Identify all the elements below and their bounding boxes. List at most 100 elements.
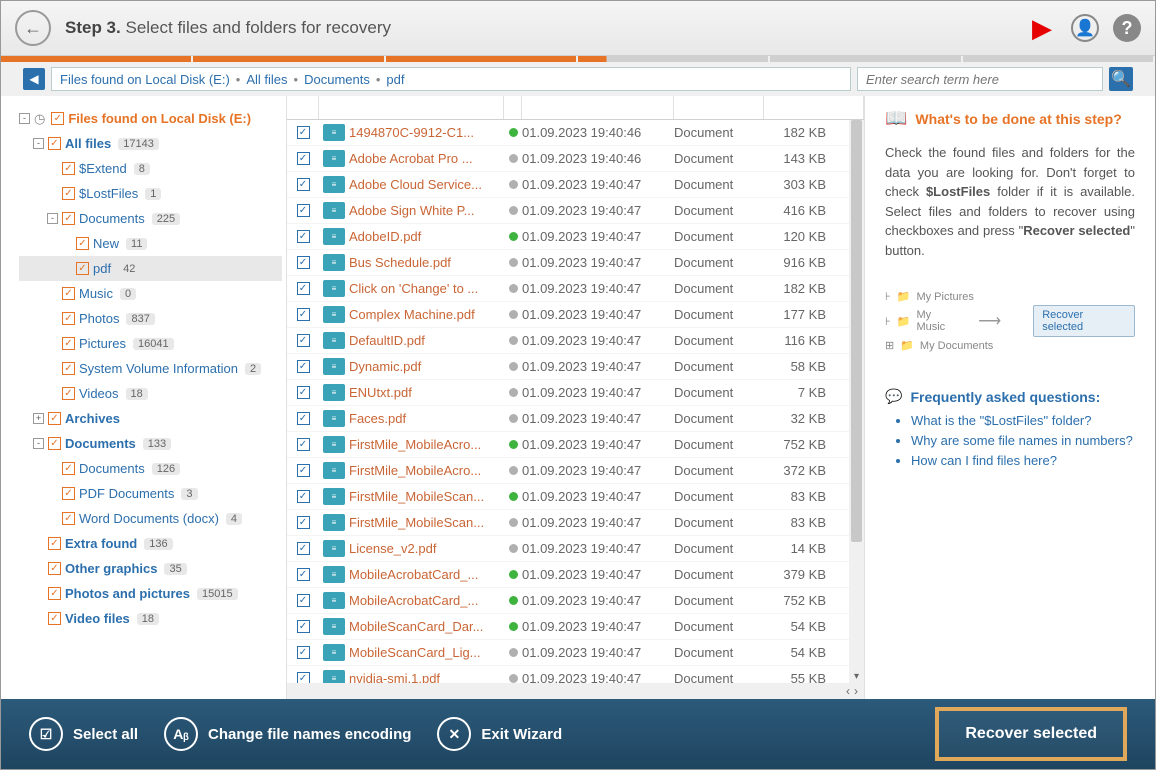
file-row[interactable]: ✓≡AdobeID.pdf01.09.2023 19:40:47Document… [287,224,864,250]
file-checkbox[interactable]: ✓ [297,594,310,607]
file-row[interactable]: ✓≡Click on 'Change' to ...01.09.2023 19:… [287,276,864,302]
file-checkbox[interactable]: ✓ [297,386,310,399]
crumb-part[interactable]: Documents [304,72,370,87]
tree-node[interactable]: +✓Music0 [19,281,282,306]
breadcrumb[interactable]: Files found on Local Disk (E:)• All file… [51,67,851,91]
horizontal-scroll-footer[interactable]: ‹› [287,683,864,699]
tree-node[interactable]: +✓Pictures16041 [19,331,282,356]
tree-checkbox[interactable]: ✓ [48,137,61,150]
tree-checkbox[interactable]: ✓ [76,237,89,250]
tree-checkbox[interactable]: ✓ [62,337,75,350]
faq-link[interactable]: Why are some file names in numbers? [911,433,1135,448]
tree-node[interactable]: +✓Photos and pictures15015 [19,581,282,606]
tree-node[interactable]: +✓PDF Documents3 [19,481,282,506]
file-checkbox[interactable]: ✓ [297,334,310,347]
file-row[interactable]: ✓≡License_v2.pdf01.09.2023 19:40:47Docum… [287,536,864,562]
folder-tree[interactable]: -✓Files found on Local Disk (E:)-✓All fi… [1,96,286,699]
file-checkbox[interactable]: ✓ [297,672,310,683]
file-row[interactable]: ✓≡FirstMile_MobileAcro...01.09.2023 19:4… [287,458,864,484]
tree-node[interactable]: +✓New11 [19,231,282,256]
search-input[interactable] [857,67,1103,91]
tree-checkbox[interactable]: ✓ [62,162,75,175]
tree-node[interactable]: -✓Files found on Local Disk (E:) [19,106,282,131]
tree-node[interactable]: +✓Photos837 [19,306,282,331]
file-checkbox[interactable]: ✓ [297,568,310,581]
file-row[interactable]: ✓≡Adobe Sign White P...01.09.2023 19:40:… [287,198,864,224]
file-checkbox[interactable]: ✓ [297,620,310,633]
file-checkbox[interactable]: ✓ [297,282,310,295]
tree-node[interactable]: -✓All files17143 [19,131,282,156]
file-checkbox[interactable]: ✓ [297,360,310,373]
vertical-scrollbar[interactable]: ▴ ▾ [849,120,864,683]
file-row[interactable]: ✓≡1494870C-9912-C1...01.09.2023 19:40:46… [287,120,864,146]
file-row[interactable]: ✓≡Complex Machine.pdf01.09.2023 19:40:47… [287,302,864,328]
faq-link[interactable]: What is the "$LostFiles" folder? [911,413,1135,428]
select-all-button[interactable]: ☑ Select all [29,717,138,751]
tree-checkbox[interactable]: ✓ [62,487,75,500]
account-icon[interactable]: 👤 [1071,14,1099,42]
file-checkbox[interactable]: ✓ [297,308,310,321]
tree-toggle-icon[interactable]: - [19,113,30,124]
file-row[interactable]: ✓≡Faces.pdf01.09.2023 19:40:47Document32… [287,406,864,432]
breadcrumb-back-button[interactable]: ◀ [23,68,45,90]
recover-selected-button[interactable]: Recover selected [935,707,1127,761]
file-checkbox[interactable]: ✓ [297,438,310,451]
tree-checkbox[interactable]: ✓ [48,412,61,425]
exit-wizard-button[interactable]: ✕ Exit Wizard [437,717,562,751]
tree-node[interactable]: +✓Video files18 [19,606,282,631]
tree-node[interactable]: +✓Extra found136 [19,531,282,556]
tree-node[interactable]: +✓Other graphics35 [19,556,282,581]
file-row[interactable]: ✓≡MobileScanCard_Lig...01.09.2023 19:40:… [287,640,864,666]
tree-checkbox[interactable]: ✓ [62,287,75,300]
file-row[interactable]: ✓≡FirstMile_MobileScan...01.09.2023 19:4… [287,484,864,510]
file-checkbox[interactable]: ✓ [297,490,310,503]
file-row[interactable]: ✓≡nvidia-smi.1.pdf01.09.2023 19:40:47Doc… [287,666,864,683]
tree-checkbox[interactable]: ✓ [62,387,75,400]
tree-toggle-icon[interactable]: - [47,213,58,224]
file-row[interactable]: ✓≡FirstMile_MobileScan...01.09.2023 19:4… [287,510,864,536]
file-checkbox[interactable]: ✓ [297,464,310,477]
file-checkbox[interactable]: ✓ [297,178,310,191]
file-row[interactable]: ✓≡ENUtxt.pdf01.09.2023 19:40:47Document7… [287,380,864,406]
file-row[interactable]: ✓≡DefaultID.pdf01.09.2023 19:40:47Docume… [287,328,864,354]
tree-node[interactable]: +✓Videos18 [19,381,282,406]
tree-checkbox[interactable]: ✓ [48,537,61,550]
tree-checkbox[interactable]: ✓ [48,437,61,450]
tree-node[interactable]: +✓Documents126 [19,456,282,481]
file-row[interactable]: ✓≡Bus Schedule.pdf01.09.2023 19:40:47Doc… [287,250,864,276]
file-list-header[interactable] [287,96,864,120]
tree-node[interactable]: -✓Documents225 [19,206,282,231]
tree-node[interactable]: +✓$Extend8 [19,156,282,181]
tree-checkbox[interactable]: ✓ [62,212,75,225]
file-row[interactable]: ✓≡MobileScanCard_Dar...01.09.2023 19:40:… [287,614,864,640]
file-checkbox[interactable]: ✓ [297,516,310,529]
youtube-icon[interactable]: ▶ [1027,13,1057,43]
file-checkbox[interactable]: ✓ [297,256,310,269]
file-checkbox[interactable]: ✓ [297,152,310,165]
tree-checkbox[interactable]: ✓ [62,512,75,525]
file-checkbox[interactable]: ✓ [297,542,310,555]
tree-toggle-icon[interactable]: - [33,438,44,449]
tree-node[interactable]: +✓Archives [19,406,282,431]
file-row[interactable]: ✓≡FirstMile_MobileAcro...01.09.2023 19:4… [287,432,864,458]
file-row[interactable]: ✓≡Adobe Acrobat Pro ...01.09.2023 19:40:… [287,146,864,172]
tree-checkbox[interactable]: ✓ [76,262,89,275]
file-list-body[interactable]: ✓≡1494870C-9912-C1...01.09.2023 19:40:46… [287,120,864,683]
tree-checkbox[interactable]: ✓ [62,187,75,200]
back-button[interactable]: ← [15,10,51,46]
tree-checkbox[interactable]: ✓ [48,612,61,625]
change-encoding-button[interactable]: Aᵦ Change file names encoding [164,717,411,751]
file-row[interactable]: ✓≡MobileAcrobatCard_...01.09.2023 19:40:… [287,562,864,588]
tree-node[interactable]: +✓System Volume Information2 [19,356,282,381]
tree-checkbox[interactable]: ✓ [48,562,61,575]
file-checkbox[interactable]: ✓ [297,204,310,217]
tree-checkbox[interactable]: ✓ [62,312,75,325]
tree-node[interactable]: +✓pdf42 [19,256,282,281]
faq-link[interactable]: How can I find files here? [911,453,1135,468]
file-row[interactable]: ✓≡Adobe Cloud Service...01.09.2023 19:40… [287,172,864,198]
tree-checkbox[interactable]: ✓ [48,587,61,600]
file-checkbox[interactable]: ✓ [297,126,310,139]
tree-node[interactable]: +✓$LostFiles1 [19,181,282,206]
tree-checkbox[interactable]: ✓ [62,362,75,375]
search-button[interactable]: 🔍 [1109,67,1133,91]
